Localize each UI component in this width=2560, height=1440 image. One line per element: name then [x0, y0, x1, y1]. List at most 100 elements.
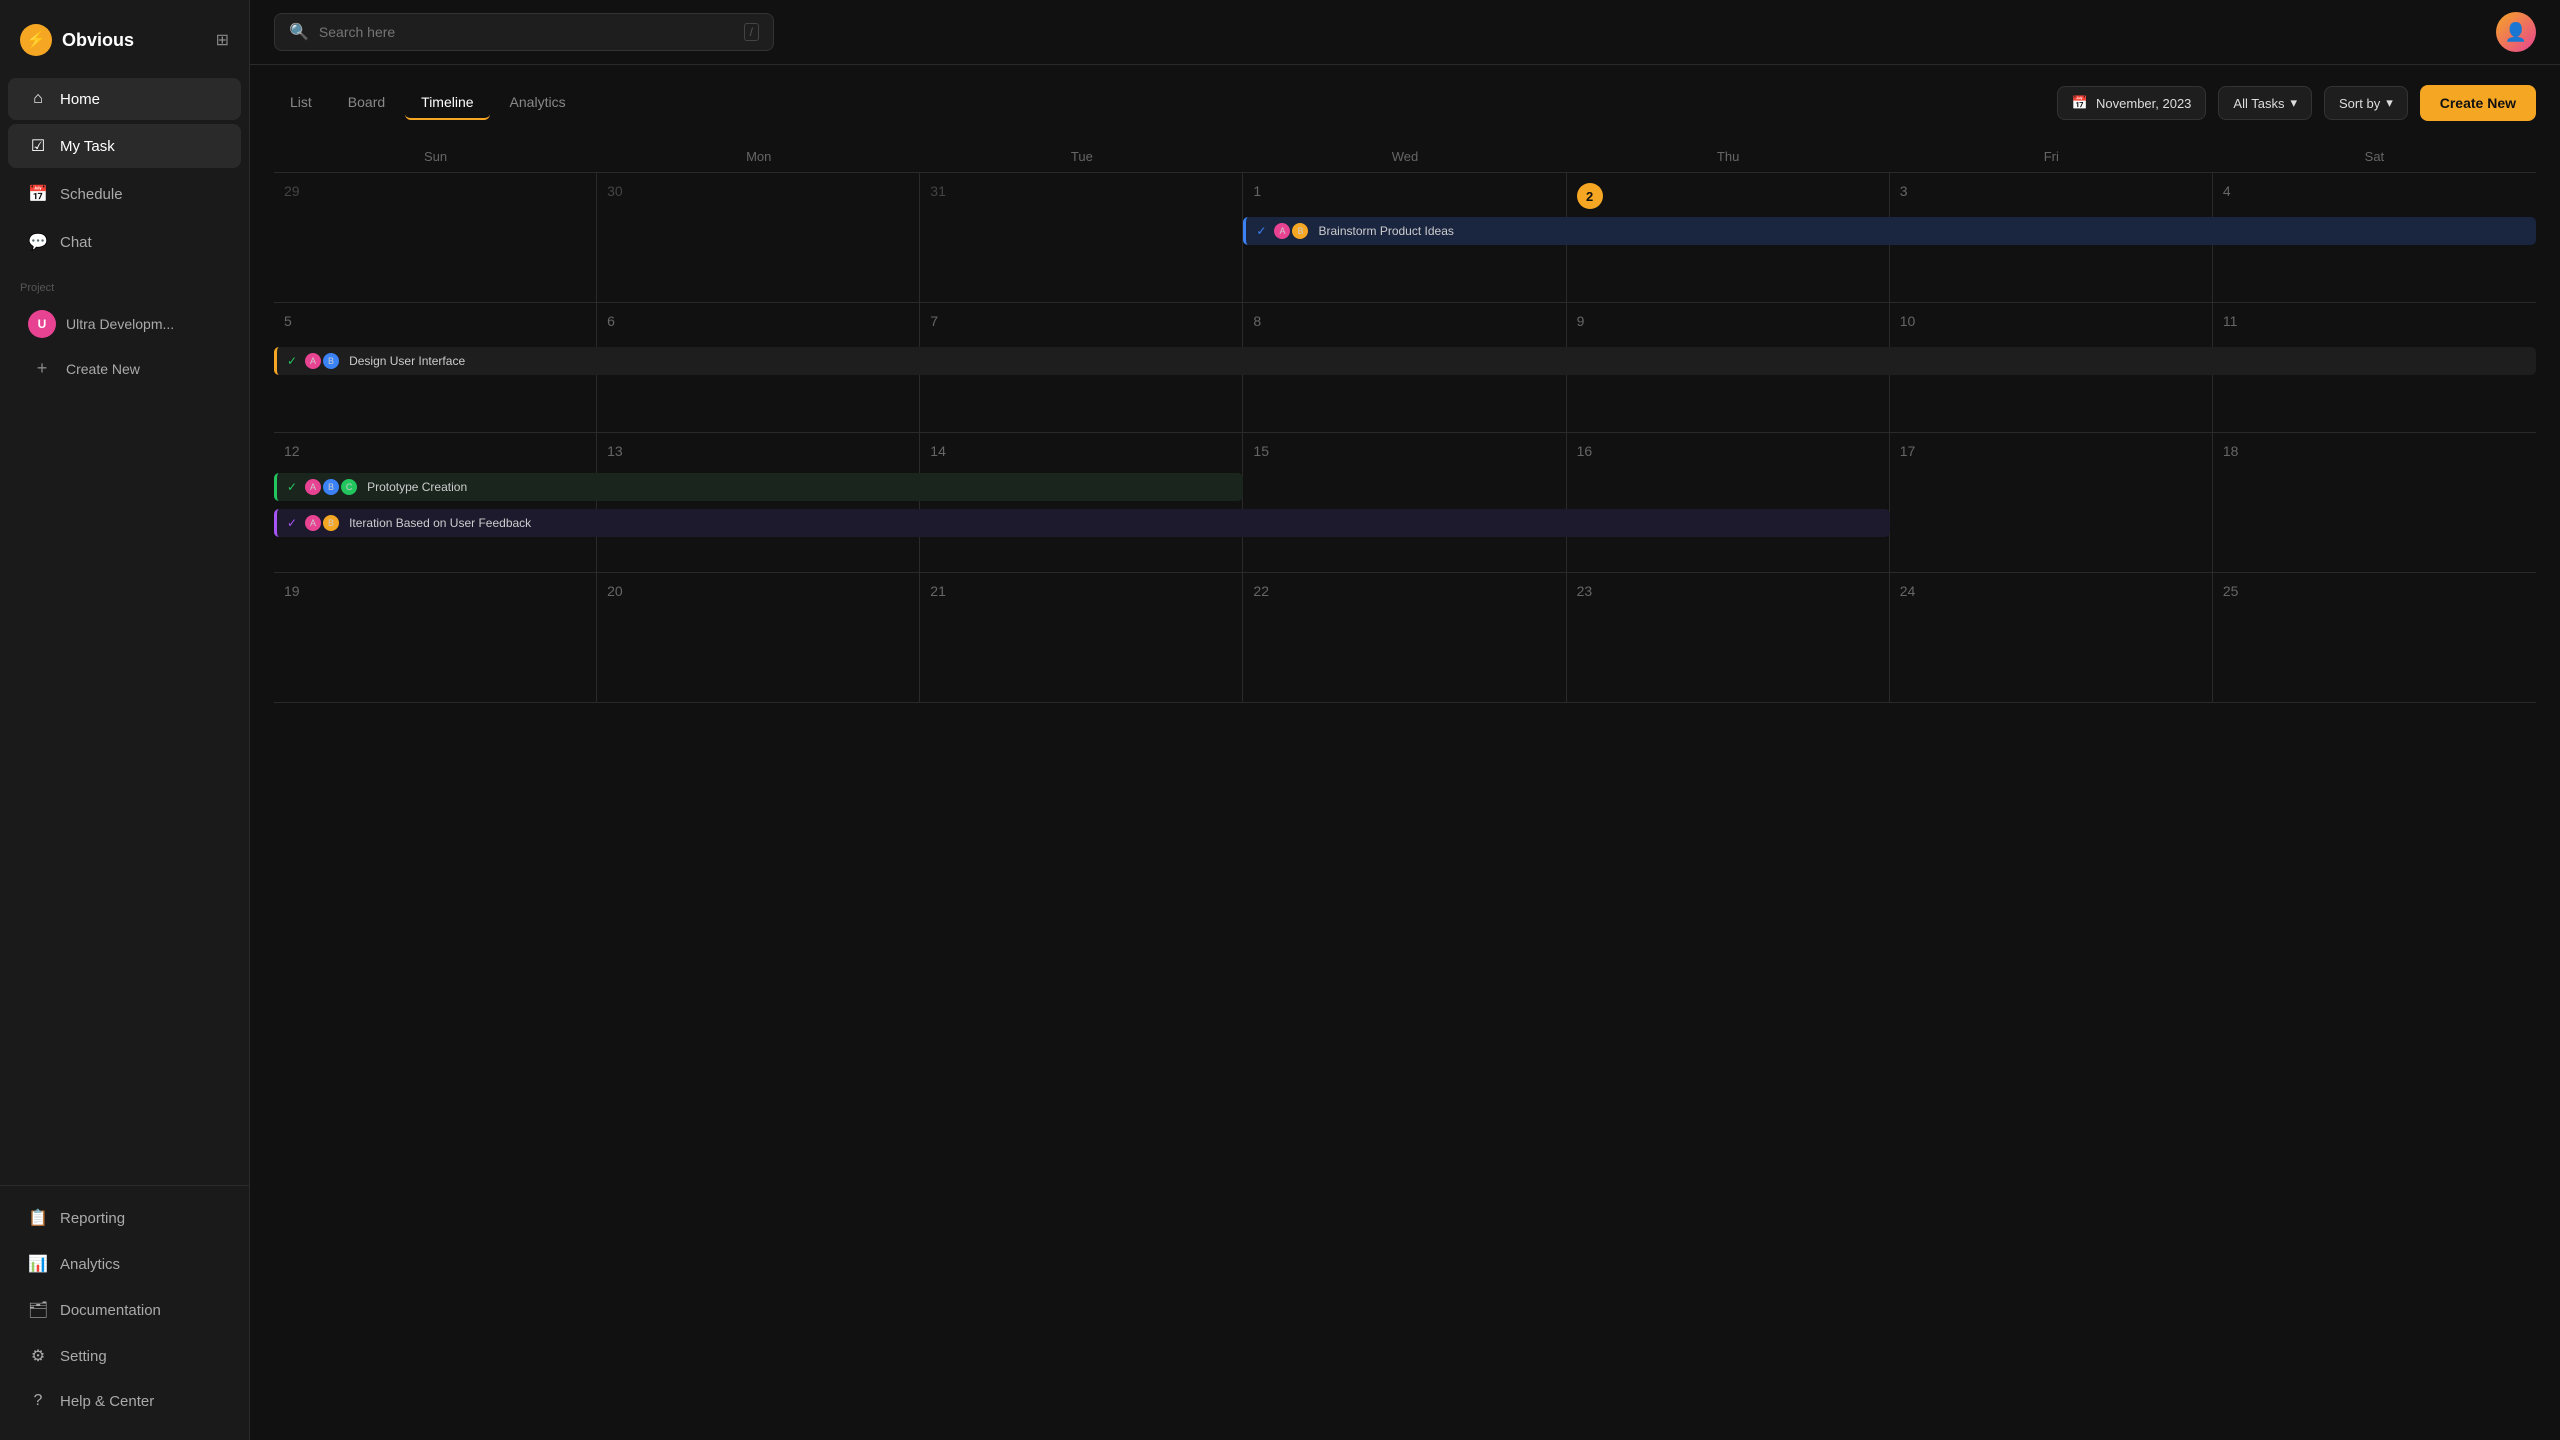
week-cell-25: 25 [2213, 573, 2536, 702]
date-label: November, 2023 [2096, 96, 2191, 111]
avatar-image: 👤 [2496, 12, 2536, 52]
sidebar-item-reporting[interactable]: 📋 Reporting [8, 1196, 241, 1240]
content-area: List Board Timeline Analytics 📅 November… [250, 65, 2560, 1440]
week-cell-17: 17 [1890, 433, 2213, 572]
tab-board[interactable]: Board [332, 86, 401, 120]
sidebar-item-label: Home [60, 91, 100, 108]
task-avatars: A B [305, 353, 341, 369]
topbar-right: 👤 [2496, 12, 2536, 52]
date-22: 22 [1253, 583, 1555, 599]
sidebar-item-documentation[interactable]: 🗂 Documentation [8, 1288, 241, 1332]
sidebar-item-help[interactable]: ? Help & Center [8, 1380, 241, 1422]
date-10: 10 [1900, 313, 2202, 329]
task-design-ui[interactable]: ✓ A B Design User Interface [274, 347, 2536, 375]
sort-button[interactable]: Sort by ▾ [2324, 86, 2408, 120]
week-cell-31: 31 [920, 173, 1243, 302]
avatar-2: B [1292, 223, 1308, 239]
week-row-4: 19 20 21 22 23 24 25 [274, 573, 2536, 703]
task-iteration[interactable]: ✓ A B Iteration Based on User Feedback [274, 509, 1890, 537]
search-shortcut: / [744, 23, 759, 41]
week-row-2: 5 6 7 8 9 10 11 [274, 303, 2536, 433]
reporting-icon: 📋 [28, 1208, 48, 1228]
help-icon: ? [28, 1392, 48, 1410]
date-4: 4 [2223, 183, 2526, 199]
date-5: 5 [284, 313, 586, 329]
task-check-icon: ✓ [287, 516, 297, 530]
week-cell-19: 19 [274, 573, 597, 702]
topbar: 🔍 / 👤 [250, 0, 2560, 65]
week-cell-21: 21 [920, 573, 1243, 702]
sidebar-item-label: Setting [60, 1348, 107, 1365]
sort-label: Sort by [2339, 96, 2380, 111]
task-label: Design User Interface [349, 354, 465, 368]
toolbar-right: 📅 November, 2023 All Tasks ▾ Sort by ▾ C… [2057, 85, 2536, 121]
date-18: 18 [2223, 443, 2526, 459]
sidebar-item-analytics[interactable]: 📊 Analytics [8, 1242, 241, 1286]
sidebar-item-label: Reporting [60, 1210, 125, 1227]
day-header-sun: Sun [274, 141, 597, 172]
week-cell-23: 23 [1567, 573, 1890, 702]
toolbar: List Board Timeline Analytics 📅 November… [274, 85, 2536, 121]
week-cell-22: 22 [1243, 573, 1566, 702]
avatar[interactable]: 👤 [2496, 12, 2536, 52]
avatar-2: B [323, 515, 339, 531]
day-header-thu: Thu [1567, 141, 1890, 172]
sidebar-item-label: Analytics [60, 1256, 120, 1273]
day-header-tue: Tue [920, 141, 1243, 172]
task-check-icon: ✓ [287, 354, 297, 368]
date-15: 15 [1253, 443, 1555, 459]
setting-icon: ⚙ [28, 1346, 48, 1366]
avatar-1: A [1274, 223, 1290, 239]
avatar-1: A [305, 515, 321, 531]
week-cell-15: 15 [1243, 433, 1566, 572]
date-11: 11 [2223, 313, 2526, 329]
avatar-2: B [323, 479, 339, 495]
search-box[interactable]: 🔍 / [274, 13, 774, 51]
project-ultra-dev[interactable]: U Ultra Developm... [8, 300, 241, 348]
day-header-wed: Wed [1243, 141, 1566, 172]
sidebar-item-label: Schedule [60, 186, 123, 203]
avatar-1: A [305, 353, 321, 369]
date-20: 20 [607, 583, 909, 599]
task-prototype[interactable]: ✓ A B C Prototype Creation [274, 473, 1243, 501]
search-input[interactable] [319, 24, 734, 40]
sidebar-toggle[interactable]: ⊞ [216, 30, 229, 50]
date-picker-button[interactable]: 📅 November, 2023 [2057, 86, 2207, 120]
tab-list[interactable]: List [274, 86, 328, 120]
date-13: 13 [607, 443, 909, 459]
task-label: Prototype Creation [367, 480, 467, 494]
app-name: Obvious [62, 30, 134, 51]
day-header-mon: Mon [597, 141, 920, 172]
sidebar-item-setting[interactable]: ⚙ Setting [8, 1334, 241, 1378]
sidebar-item-chat[interactable]: 💬 Chat [8, 220, 241, 264]
task-check-icon: ✓ [1256, 224, 1266, 238]
task-check-icon: ✓ [287, 480, 297, 494]
sidebar-item-schedule[interactable]: 📅 Schedule [8, 172, 241, 216]
logo-icon: ⚡ [20, 24, 52, 56]
create-new-button[interactable]: Create New [2420, 85, 2536, 121]
project-icon: U [28, 310, 56, 338]
date-9: 9 [1577, 313, 1879, 329]
task-brainstorm[interactable]: ✓ A B Brainstorm Product Ideas [1243, 217, 2536, 245]
project-name: Ultra Developm... [66, 316, 174, 332]
sidebar-item-my-task[interactable]: ☑ My Task [8, 124, 241, 168]
week-row-3: 12 13 14 15 16 17 18 [274, 433, 2536, 573]
calendar: Sun Mon Tue Wed Thu Fri Sat 29 30 31 [274, 141, 2536, 1420]
create-new-project-button[interactable]: + Create New [8, 348, 241, 389]
documentation-icon: 🗂 [28, 1300, 48, 1320]
create-new-label: Create New [66, 361, 140, 377]
main-content: 🔍 / 👤 List Board Timeline Analytics 📅 No… [250, 0, 2560, 1440]
logo-area: ⚡ Obvious ⊞ [0, 16, 249, 76]
tab-timeline[interactable]: Timeline [405, 86, 489, 120]
date-6: 6 [607, 313, 909, 329]
task-avatars: A B [1274, 223, 1310, 239]
date-3: 3 [1900, 183, 2202, 199]
chat-icon: 💬 [28, 232, 48, 252]
filter-button[interactable]: All Tasks ▾ [2218, 86, 2312, 120]
calendar-icon: 📅 [2072, 95, 2088, 111]
project-section-label: Project [0, 266, 249, 300]
tab-analytics[interactable]: Analytics [494, 86, 582, 120]
sidebar-bottom: 📋 Reporting 📊 Analytics 🗂 Documentation … [0, 1185, 249, 1424]
sidebar-item-home[interactable]: ⌂ Home [8, 78, 241, 120]
date-23: 23 [1577, 583, 1879, 599]
